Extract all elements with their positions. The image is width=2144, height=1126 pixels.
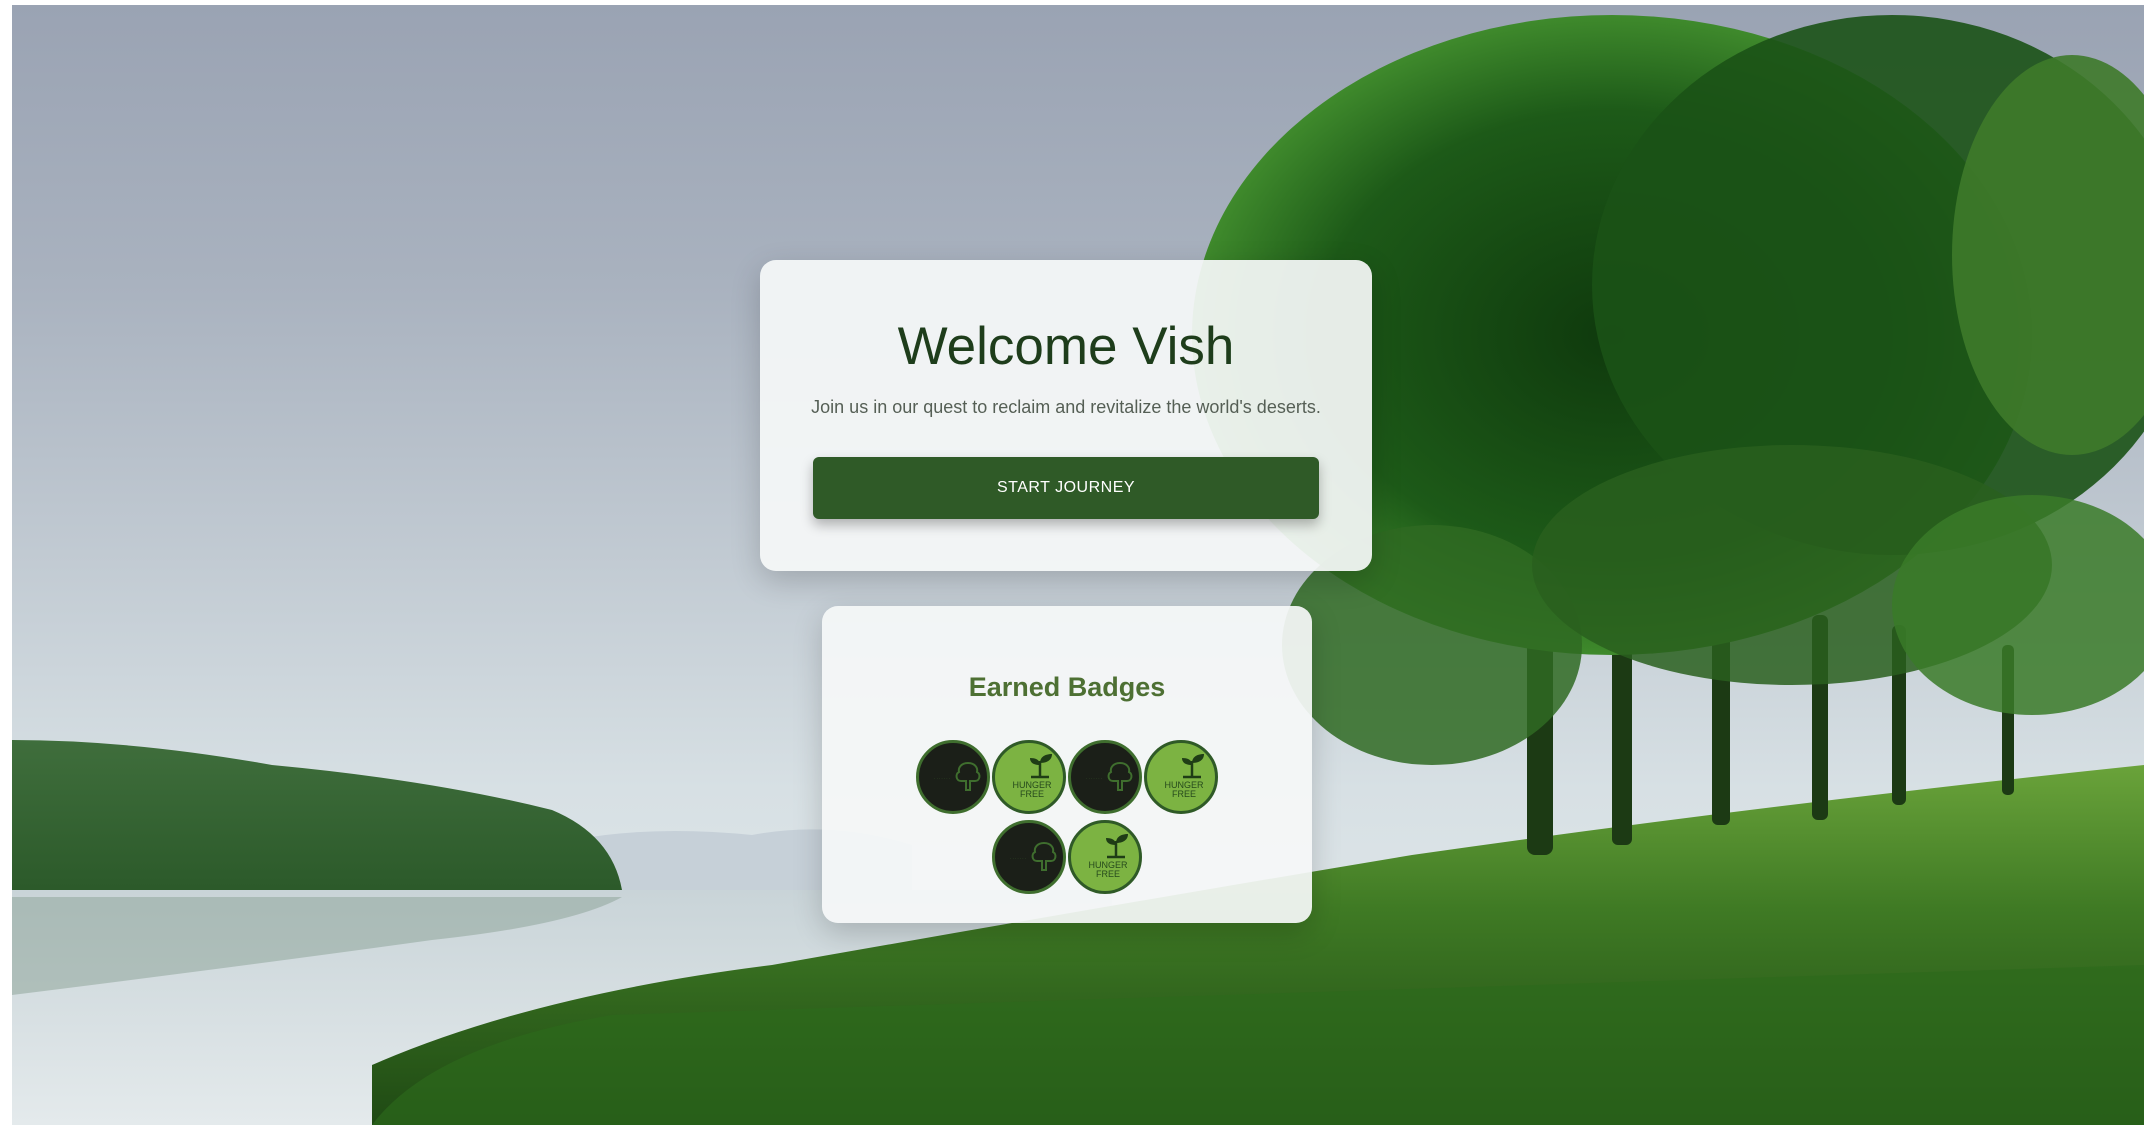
badge-hunger-free[interactable]: HUNGER FREE — [992, 740, 1066, 814]
welcome-card: Welcome Vish Join us in our quest to rec… — [760, 260, 1372, 571]
badge-tree[interactable]: · · · · · · · — [1068, 740, 1142, 814]
sprout-icon — [1030, 754, 1052, 779]
welcome-subtitle: Join us in our quest to reclaim and revi… — [811, 397, 1321, 417]
badge-label: HUNGER FREE — [1012, 780, 1052, 799]
badge-tree[interactable]: · · · · · · · — [916, 740, 990, 814]
start-journey-button[interactable]: START JOURNEY — [813, 457, 1319, 519]
welcome-title: Welcome Vish — [897, 317, 1235, 376]
badge-label: HUNGER FREE — [1088, 860, 1128, 879]
earned-badges-card: Earned Badges · · · · · · · HUNGER FREE … — [822, 606, 1312, 923]
badge-row: · · · · · · · HUNGER FREE — [822, 820, 1312, 894]
sprout-icon — [1106, 834, 1128, 859]
badges-title: Earned Badges — [968, 672, 1166, 702]
badge-hunger-free[interactable]: HUNGER FREE — [1144, 740, 1218, 814]
badge-tree[interactable]: · · · · · · · — [992, 820, 1066, 894]
badge-label: HUNGER FREE — [1164, 780, 1204, 799]
tree-icon — [1107, 761, 1133, 791]
tree-icon — [1031, 841, 1057, 871]
badge-row: · · · · · · · HUNGER FREE · · · · · · · — [822, 740, 1312, 814]
sprout-icon — [1182, 754, 1204, 779]
tree-icon — [955, 761, 981, 791]
badge-hunger-free[interactable]: HUNGER FREE — [1068, 820, 1142, 894]
